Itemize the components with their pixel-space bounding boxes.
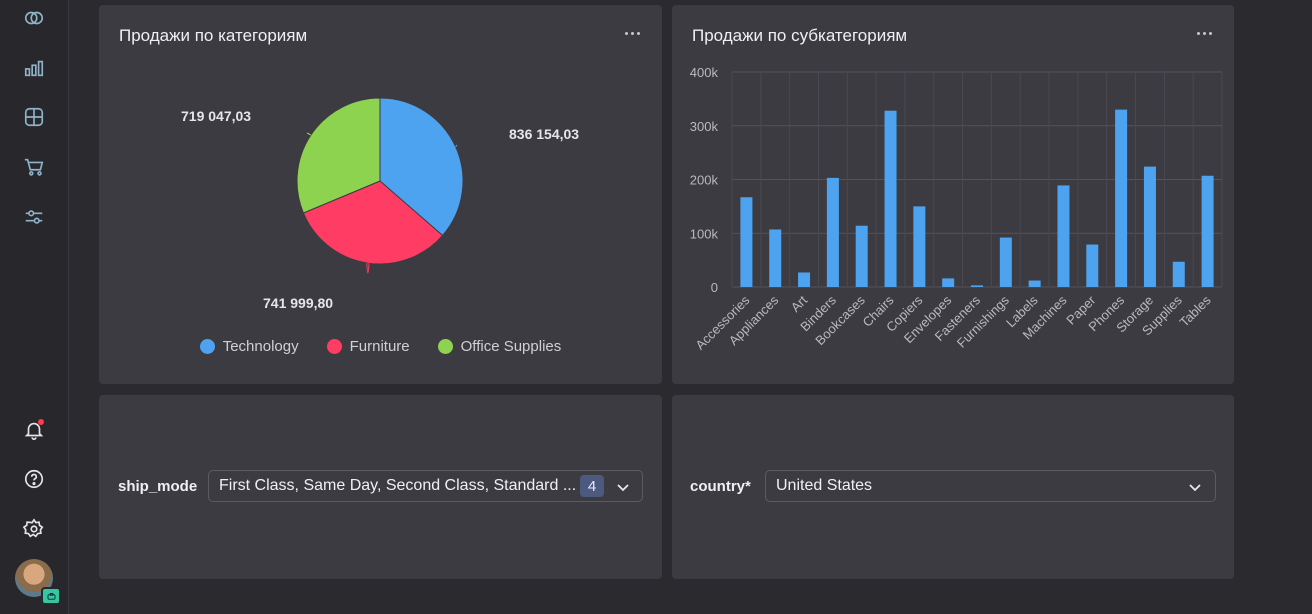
legend-item-office-supplies[interactable]: Office Supplies (437, 338, 562, 355)
pie-data-label: 741 999,80 (263, 295, 333, 311)
y-tick-label: 400k (690, 65, 719, 80)
bar-appliances[interactable] (769, 229, 782, 287)
legend-label: Technology (222, 338, 299, 355)
y-tick-label: 300k (690, 119, 719, 134)
bar-tables[interactable] (1201, 175, 1214, 287)
bar-phones[interactable] (1115, 109, 1128, 287)
settings-sliders-icon[interactable] (20, 203, 48, 231)
bar-copiers[interactable] (913, 206, 926, 287)
pie-label-connector (455, 144, 458, 147)
x-tick-label: Tables (1177, 292, 1215, 330)
pie-label-connector (366, 262, 370, 274)
ship-mode-value: First Class, Same Day, Second Class, Sta… (219, 477, 577, 494)
country-filter-panel: country* United States (672, 395, 1234, 579)
avatar-badge-icon (41, 587, 61, 605)
notification-dot (38, 419, 44, 425)
ship-mode-select[interactable]: First Class, Same Day, Second Class, Sta… (208, 470, 643, 502)
legend-dot (199, 339, 215, 354)
bar-chairs[interactable] (884, 110, 897, 287)
dashboard-icon[interactable] (20, 103, 48, 131)
legend-dot (326, 339, 342, 354)
country-value: United States (776, 477, 873, 494)
bar-paper[interactable] (1086, 244, 1099, 287)
pie-label-connector (306, 132, 312, 136)
pie-chart-panel: Продажи по категориям 836 154,03 741 999,… (99, 5, 662, 384)
bar-supplies[interactable] (1172, 261, 1185, 287)
y-tick-label: 200k (690, 173, 719, 188)
bar-bookcases[interactable] (855, 225, 868, 287)
x-tick-label: Art (788, 292, 811, 315)
bar-chart: 400k300k200k100k0AccessoriesAppliances Ar… (690, 65, 1223, 353)
help-icon[interactable] (20, 465, 48, 493)
pie-data-label: 719 047,03 (181, 108, 251, 124)
y-tick-label: 0 (711, 280, 718, 295)
notifications-icon[interactable] (20, 416, 48, 444)
selected-count-badge: 4 (580, 475, 604, 497)
ship-mode-label: ship_mode (118, 478, 198, 495)
bar-chart-panel: Продажи по субкатегориям 400k 300k 200k 100… (672, 5, 1234, 384)
chart-icon[interactable] (20, 54, 48, 82)
bar-storage[interactable] (1143, 166, 1156, 287)
bar-art[interactable] (798, 272, 811, 287)
bar-machines[interactable] (1057, 185, 1070, 287)
bar-accessories[interactable] (740, 197, 753, 287)
chevron-down-icon (617, 484, 629, 492)
settings-icon[interactable] (20, 515, 48, 543)
cart-icon[interactable] (20, 153, 48, 181)
sidebar (0, 0, 69, 614)
country-label: country* (690, 478, 751, 495)
bar-furnishings[interactable] (999, 237, 1012, 287)
y-tick-label: 100k (690, 226, 719, 241)
pie-chart: 836 154,03 741 999,80 719 047,03 (181, 97, 579, 311)
ship-mode-filter-panel: ship_mode First Class, Same Day, Second … (99, 395, 662, 579)
bar-binders[interactable] (826, 177, 839, 287)
chevron-down-icon (1189, 484, 1201, 492)
legend-dot (437, 339, 453, 354)
legend-item-technology[interactable]: Technology (199, 338, 299, 355)
bar-fasteners[interactable] (971, 285, 983, 287)
collections-icon[interactable] (20, 4, 48, 32)
pie-data-label: 836 154,03 (509, 126, 579, 142)
bar-labels[interactable] (1028, 280, 1041, 287)
legend-label: Office Supplies (460, 338, 562, 355)
bar-envelopes[interactable] (942, 278, 955, 287)
legend-item-furniture[interactable]: Furniture (326, 338, 410, 355)
legend-label: Furniture (349, 338, 410, 355)
country-select[interactable]: United States (765, 470, 1216, 502)
chart-legend: Technology Furniture Office Supplies (99, 338, 662, 355)
